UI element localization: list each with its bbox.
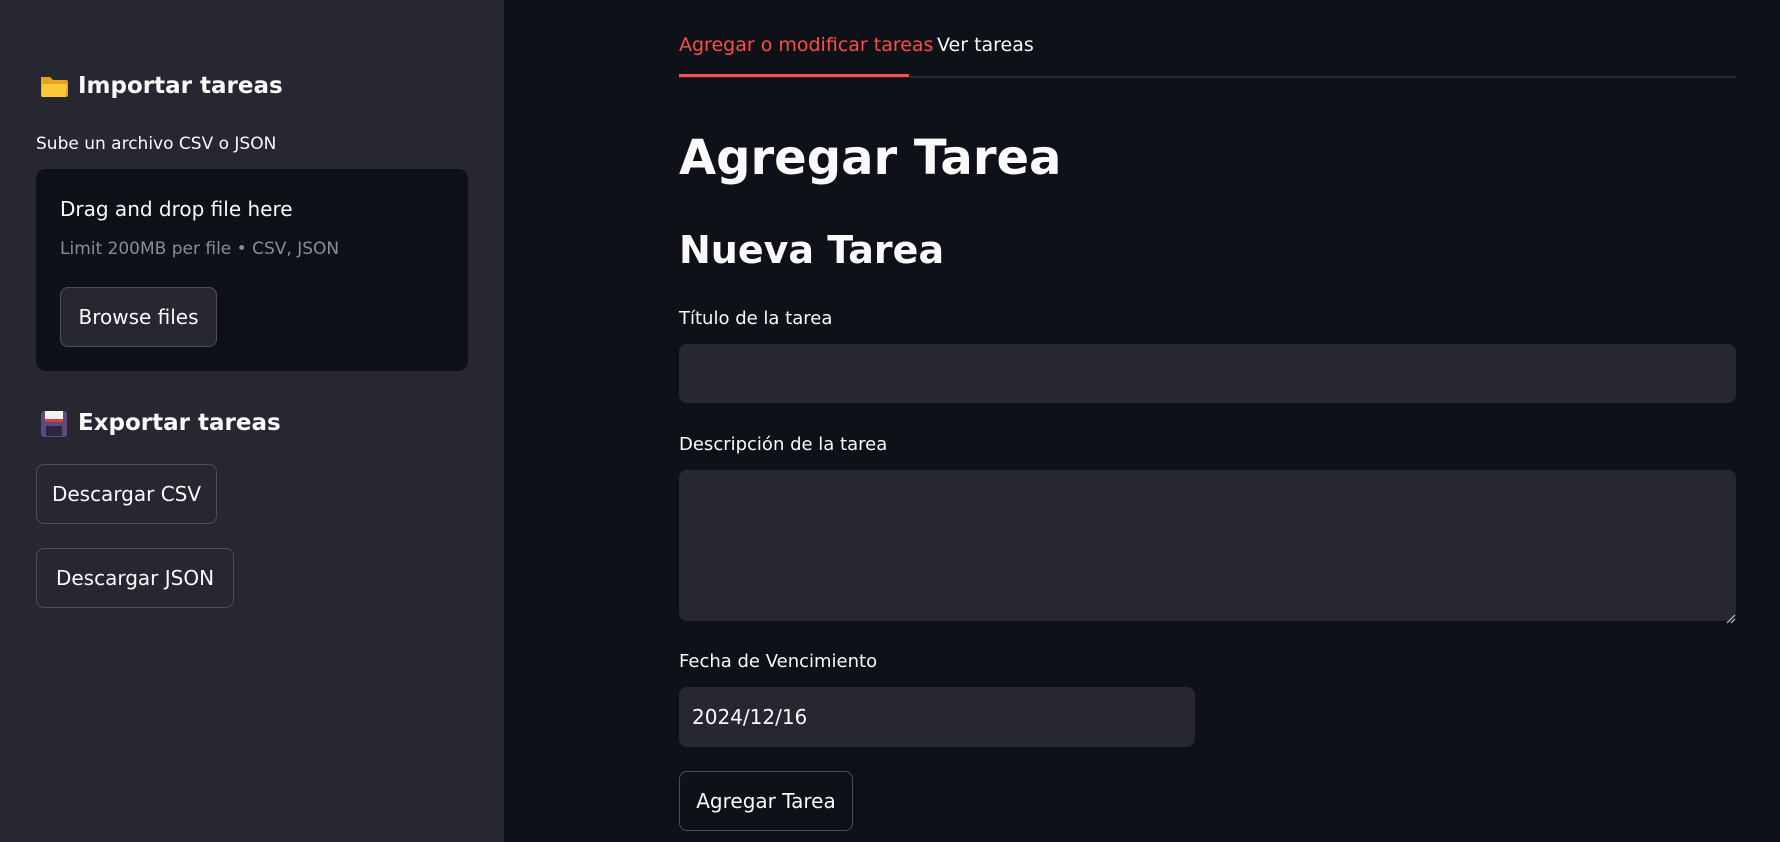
sidebar: Importar tareas Sube un archivo CSV o JS… [0,0,504,842]
floppy-disk-icon [39,410,69,437]
page-title: Agregar Tarea [679,130,1062,186]
browse-files-button[interactable]: Browse files [60,287,217,347]
upload-label: Sube un archivo CSV o JSON [36,134,277,154]
main-content: Agregar o modificar tareas Ver tareas Ag… [504,0,1780,842]
export-heading-text: Exportar tareas [78,410,281,436]
import-heading: Importar tareas [39,73,283,99]
task-title-input[interactable] [679,344,1736,403]
form-title: Nueva Tarea [679,228,945,272]
description-label: Descripción de la tarea [679,434,888,455]
export-heading: Exportar tareas [39,410,281,437]
tab-view-tasks[interactable]: Ver tareas [937,34,1034,56]
active-tab-indicator [679,74,909,77]
due-date-input[interactable]: 2024/12/16 [679,687,1195,747]
due-date-label: Fecha de Vencimiento [679,651,878,672]
download-json-button[interactable]: Descargar JSON [36,548,234,608]
tab-add-modify[interactable]: Agregar o modificar tareas [679,34,933,56]
folder-icon [39,73,69,99]
tab-bar: Agregar o modificar tareas Ver tareas [679,0,1736,78]
file-dropzone[interactable]: Drag and drop file here Limit 200MB per … [36,169,468,371]
dropzone-limit: Limit 200MB per file • CSV, JSON [60,239,340,259]
resize-grip-icon[interactable] [1726,609,1736,624]
add-task-button[interactable]: Agregar Tarea [679,771,853,831]
download-csv-button[interactable]: Descargar CSV [36,464,217,524]
title-label: Título de la tarea [679,308,833,329]
import-heading-text: Importar tareas [78,73,283,99]
dropzone-title: Drag and drop file here [60,197,293,221]
task-description-textarea[interactable] [679,470,1736,621]
